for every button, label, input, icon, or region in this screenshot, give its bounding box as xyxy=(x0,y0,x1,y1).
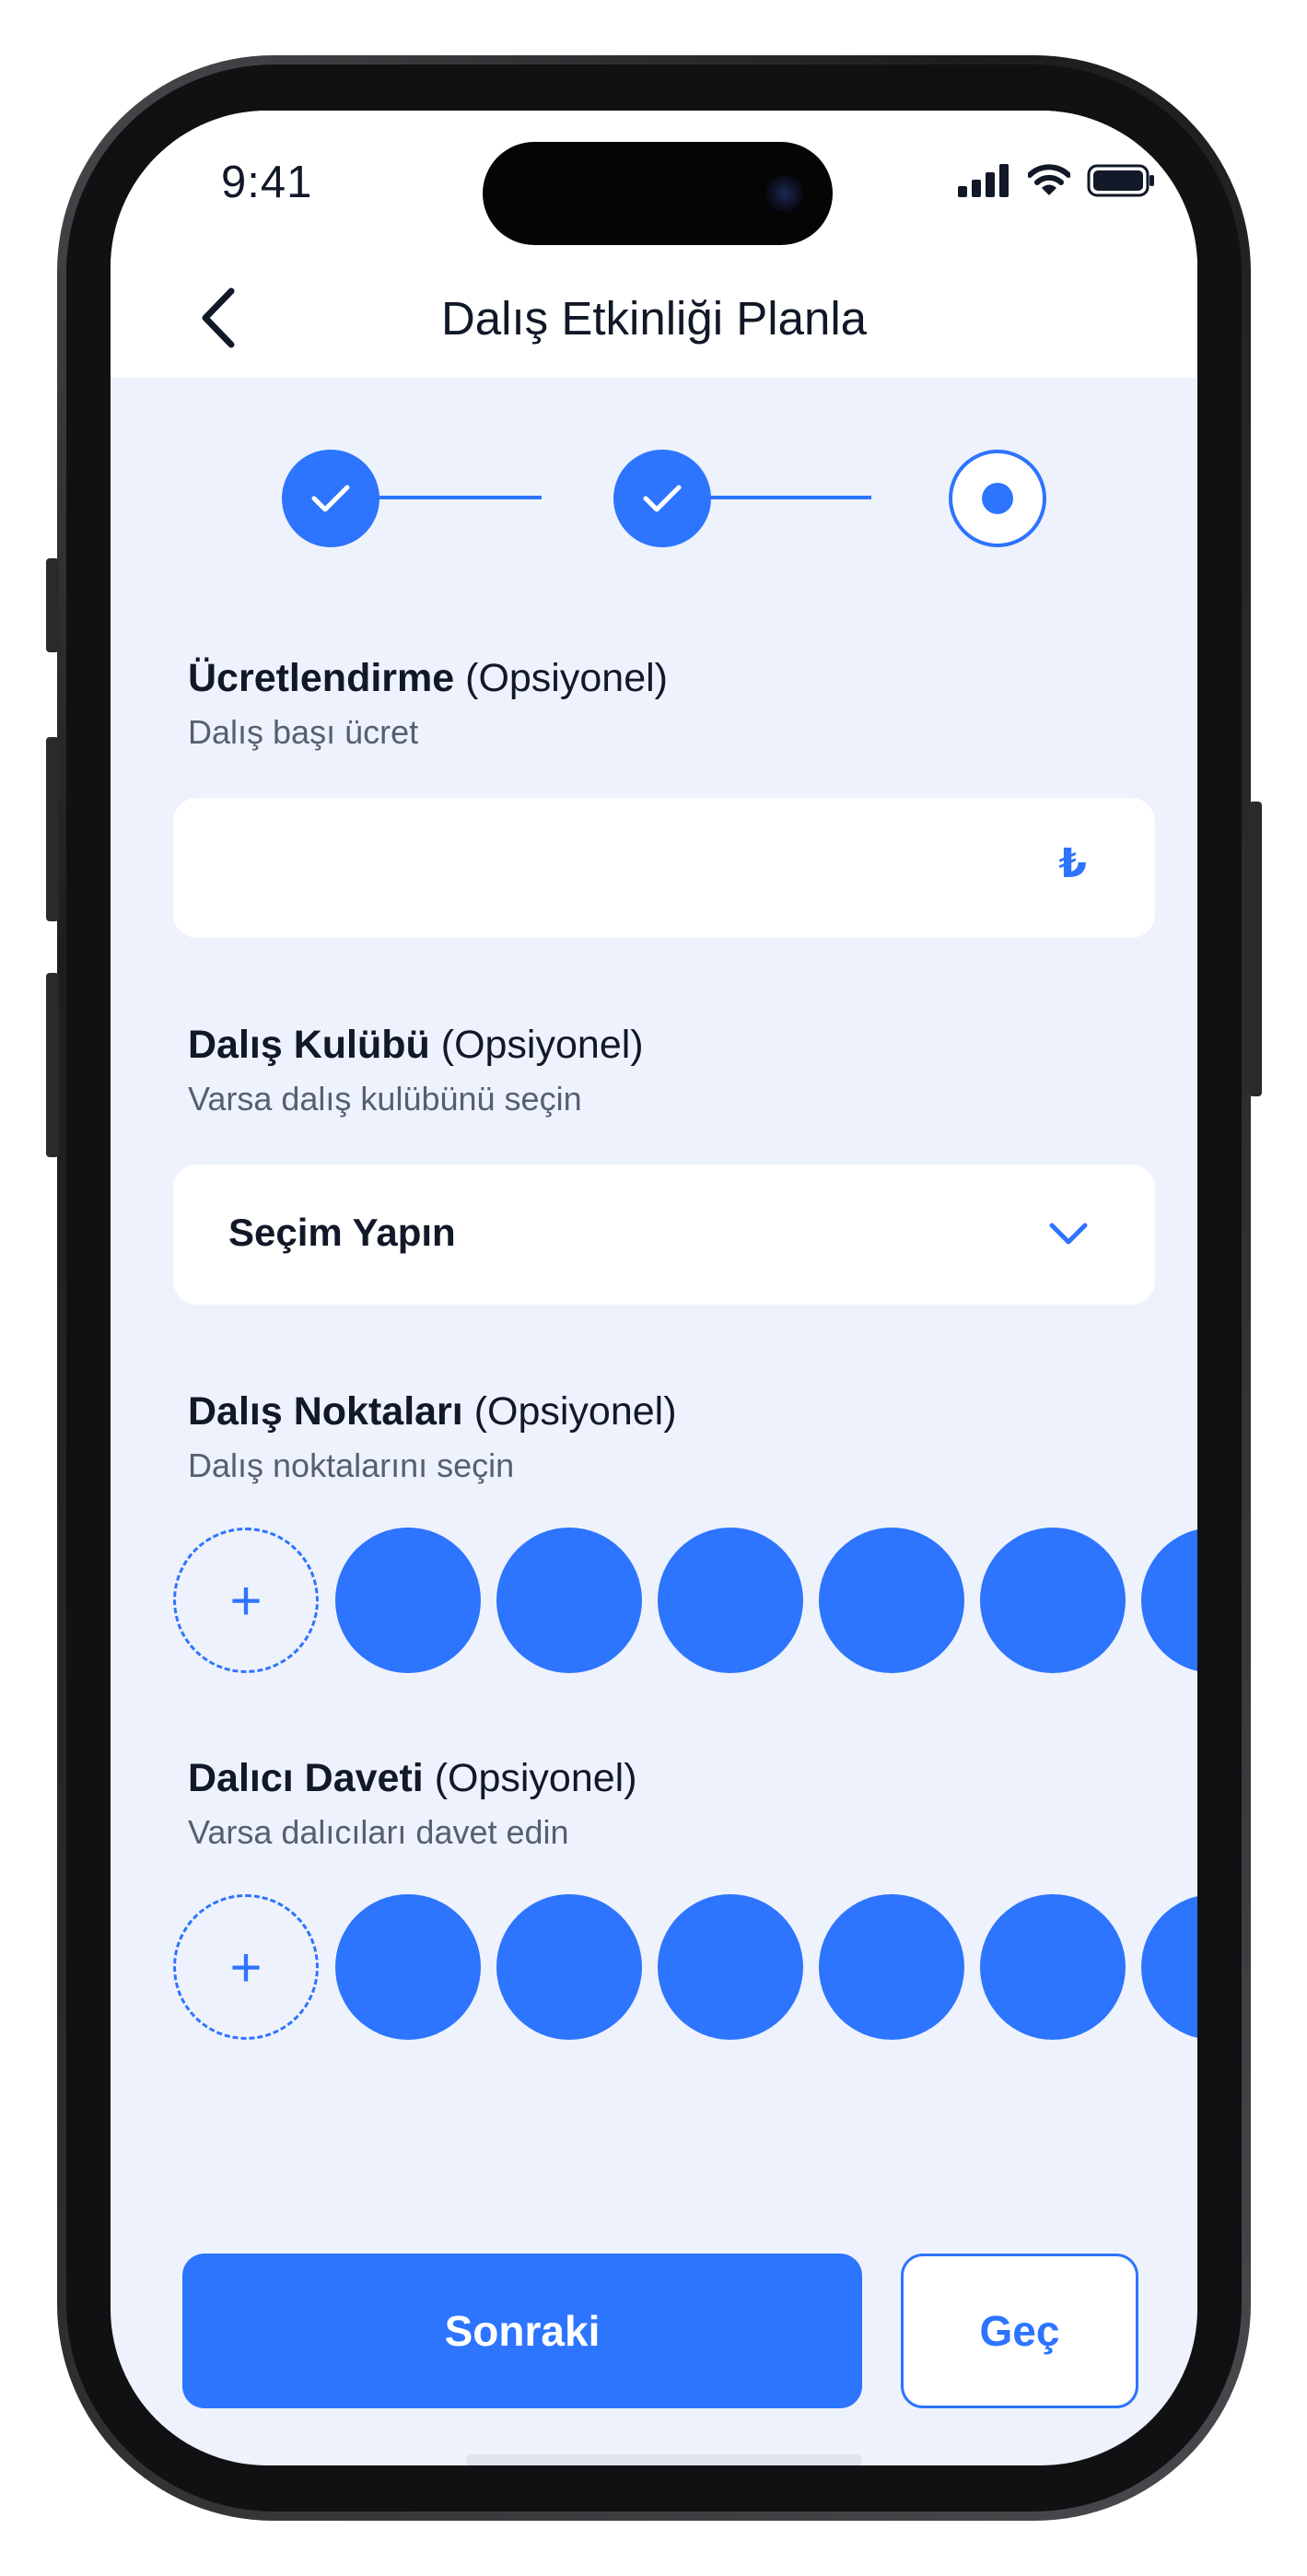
dive-spot-item[interactable] xyxy=(335,1528,481,1673)
signal-icon xyxy=(958,164,1009,197)
current-step-dot xyxy=(982,483,1013,514)
dive-spot-item[interactable] xyxy=(819,1528,964,1673)
diver-avatar[interactable] xyxy=(496,1894,642,2040)
invite-title-label: Dalıcı Daveti xyxy=(188,1756,424,1800)
pricing-title: Ücretlendirme (Opsiyonel) xyxy=(188,656,668,701)
add-dive-spot-button[interactable]: + xyxy=(173,1528,319,1673)
club-title-label: Dalış Kulübü xyxy=(188,1023,430,1067)
club-title: Dalış Kulübü (Opsiyonel) xyxy=(188,1023,644,1068)
invite-subtitle: Varsa dalıcıları davet edin xyxy=(188,1813,569,1851)
diver-avatar[interactable] xyxy=(980,1894,1126,2040)
club-subtitle: Varsa dalış kulübünü seçin xyxy=(188,1080,582,1118)
dynamic-island xyxy=(483,142,833,245)
dive-spots-optional-label: (Opsiyonel) xyxy=(473,1389,677,1434)
wifi-icon xyxy=(1028,164,1070,195)
diver-avatar[interactable] xyxy=(335,1894,481,2040)
chevron-down-icon xyxy=(1049,1223,1088,1245)
club-select-value: Seçim Yapın xyxy=(228,1211,456,1254)
step-3-current xyxy=(949,450,1046,547)
dive-spot-item[interactable] xyxy=(658,1528,803,1673)
check-icon xyxy=(643,485,682,512)
invite-title: Dalıcı Daveti (Opsiyonel) xyxy=(188,1756,637,1801)
club-optional-label: (Opsiyonel) xyxy=(440,1023,644,1067)
step-1-complete xyxy=(282,450,379,547)
add-diver-button[interactable]: + xyxy=(173,1894,319,2040)
status-time: 9:41 xyxy=(221,158,313,207)
home-indicator[interactable] xyxy=(466,2454,862,2465)
dive-spots-list: + xyxy=(173,1528,1197,1675)
lira-icon: ₺ xyxy=(1058,841,1087,886)
dive-spots-title: Dalış Noktaları (Opsiyonel) xyxy=(188,1389,677,1434)
invite-list: + xyxy=(173,1894,1197,2042)
diver-avatar[interactable] xyxy=(1141,1894,1197,2040)
pricing-title-label: Ücretlendirme xyxy=(188,656,455,700)
progress-stepper xyxy=(111,442,1197,553)
dive-spot-item[interactable] xyxy=(1141,1528,1197,1673)
skip-button[interactable]: Geç xyxy=(901,2254,1138,2408)
power-button xyxy=(1249,802,1262,1096)
invite-optional-label: (Opsiyonel) xyxy=(434,1756,637,1800)
price-input[interactable]: ₺ xyxy=(173,798,1155,938)
volume-down-button xyxy=(46,973,59,1157)
diver-avatar[interactable] xyxy=(819,1894,964,2040)
battery-icon xyxy=(1087,164,1154,197)
camera-icon xyxy=(766,175,803,212)
dive-spot-item[interactable] xyxy=(980,1528,1126,1673)
page-title: Dalış Etkinliği Planla xyxy=(440,291,868,345)
action-button xyxy=(46,558,59,652)
club-select[interactable]: Seçim Yapın xyxy=(173,1165,1155,1305)
pricing-subtitle: Dalış başı ücret xyxy=(188,713,419,751)
dive-spot-item[interactable] xyxy=(496,1528,642,1673)
diver-avatar[interactable] xyxy=(658,1894,803,2040)
app-screen: 9:41 Dalış Etkinliği Planla Ücretlendirm… xyxy=(111,111,1197,2465)
dive-spots-title-label: Dalış Noktaları xyxy=(188,1389,463,1434)
header: 9:41 Dalış Etkinliği Planla xyxy=(111,111,1197,378)
pricing-optional-label: (Opsiyonel) xyxy=(465,656,668,700)
next-button[interactable]: Sonraki xyxy=(182,2254,862,2408)
check-icon xyxy=(311,485,350,512)
dive-spots-subtitle: Dalış noktalarını seçin xyxy=(188,1446,515,1484)
step-2-complete xyxy=(613,450,711,547)
volume-up-button xyxy=(46,737,59,921)
